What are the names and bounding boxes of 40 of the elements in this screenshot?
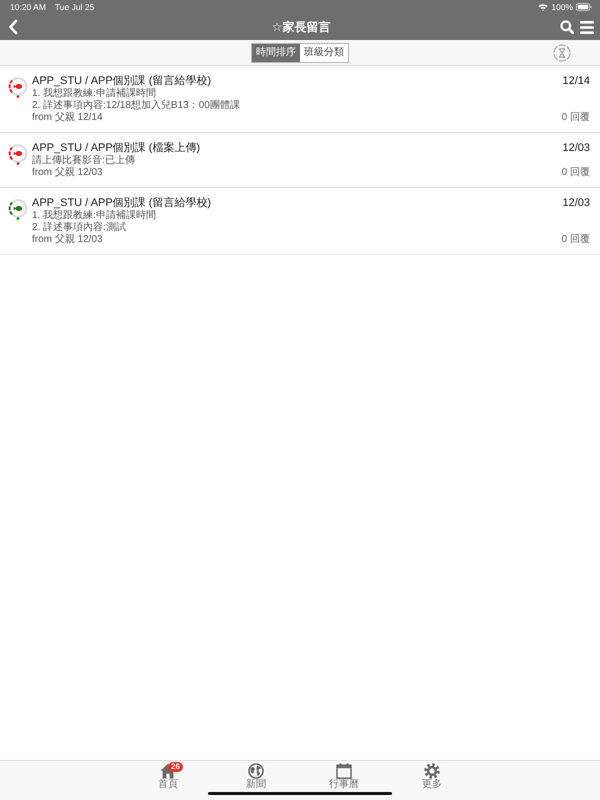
tab-item[interactable]: 行事曆 [300,761,388,790]
message-date: 12/03 [562,141,590,155]
reply-count: 0 回覆 [562,167,590,179]
sender-line: from 父親 12/03 [32,167,103,179]
message-date: 12/14 [562,74,590,88]
reply-count: 0 回覆 [562,112,590,124]
menu-button[interactable] [580,20,594,34]
back-button[interactable] [8,19,18,35]
globe-icon [248,763,264,779]
notification-badge: 26 [168,762,183,772]
search-icon [560,20,574,34]
sender-line: from 父親 12/14 [32,112,103,124]
reply-count: 0 回覆 [562,234,590,246]
battery-icon [576,3,592,11]
tab-item[interactable]: 更多 [388,761,476,790]
tab-item[interactable]: 新聞 [212,761,300,790]
segment-tab[interactable]: 時間排序 [252,44,300,62]
message-title: APP_STU / APP個別課 (檔案上傳) [32,141,200,154]
battery-percent: 100% [551,2,573,12]
message-date: 12/03 [562,196,590,210]
message-title: APP_STU / APP個別課 (留言給學校) [32,196,212,210]
message-line: 1. 我想跟教練:申請補課時間 [32,210,156,222]
sender-line: from 父親 12/03 [32,234,103,246]
status-date: Tue Jul 25 [54,2,94,12]
page-title: ☆家長留言 [272,18,330,36]
hourglass-refresh-icon [553,44,571,62]
calendar-icon [336,763,352,779]
message-title: APP_STU / APP個別課 (留言給學校) [32,74,212,88]
gear-icon [424,763,440,779]
wifi-icon [538,3,548,11]
message-line: 2. 詳述事項內容:12/18想加入兒B13：00團體課 [32,100,240,112]
tab-item[interactable]: 首頁 26 [124,761,212,790]
menu-icon [580,20,594,34]
search-button[interactable] [560,20,574,34]
segment-tab[interactable]: 班級分類 [300,44,348,62]
message-line: 1. 我想跟教練:申請補課時間 [32,88,156,100]
chevron-left-icon [8,19,18,35]
message-line: 請上傳比賽影音:已上傳 [32,155,135,166]
status-time: 10:20 AM [10,2,46,12]
message-line: 2. 詳述事項內容:測試 [32,222,126,234]
